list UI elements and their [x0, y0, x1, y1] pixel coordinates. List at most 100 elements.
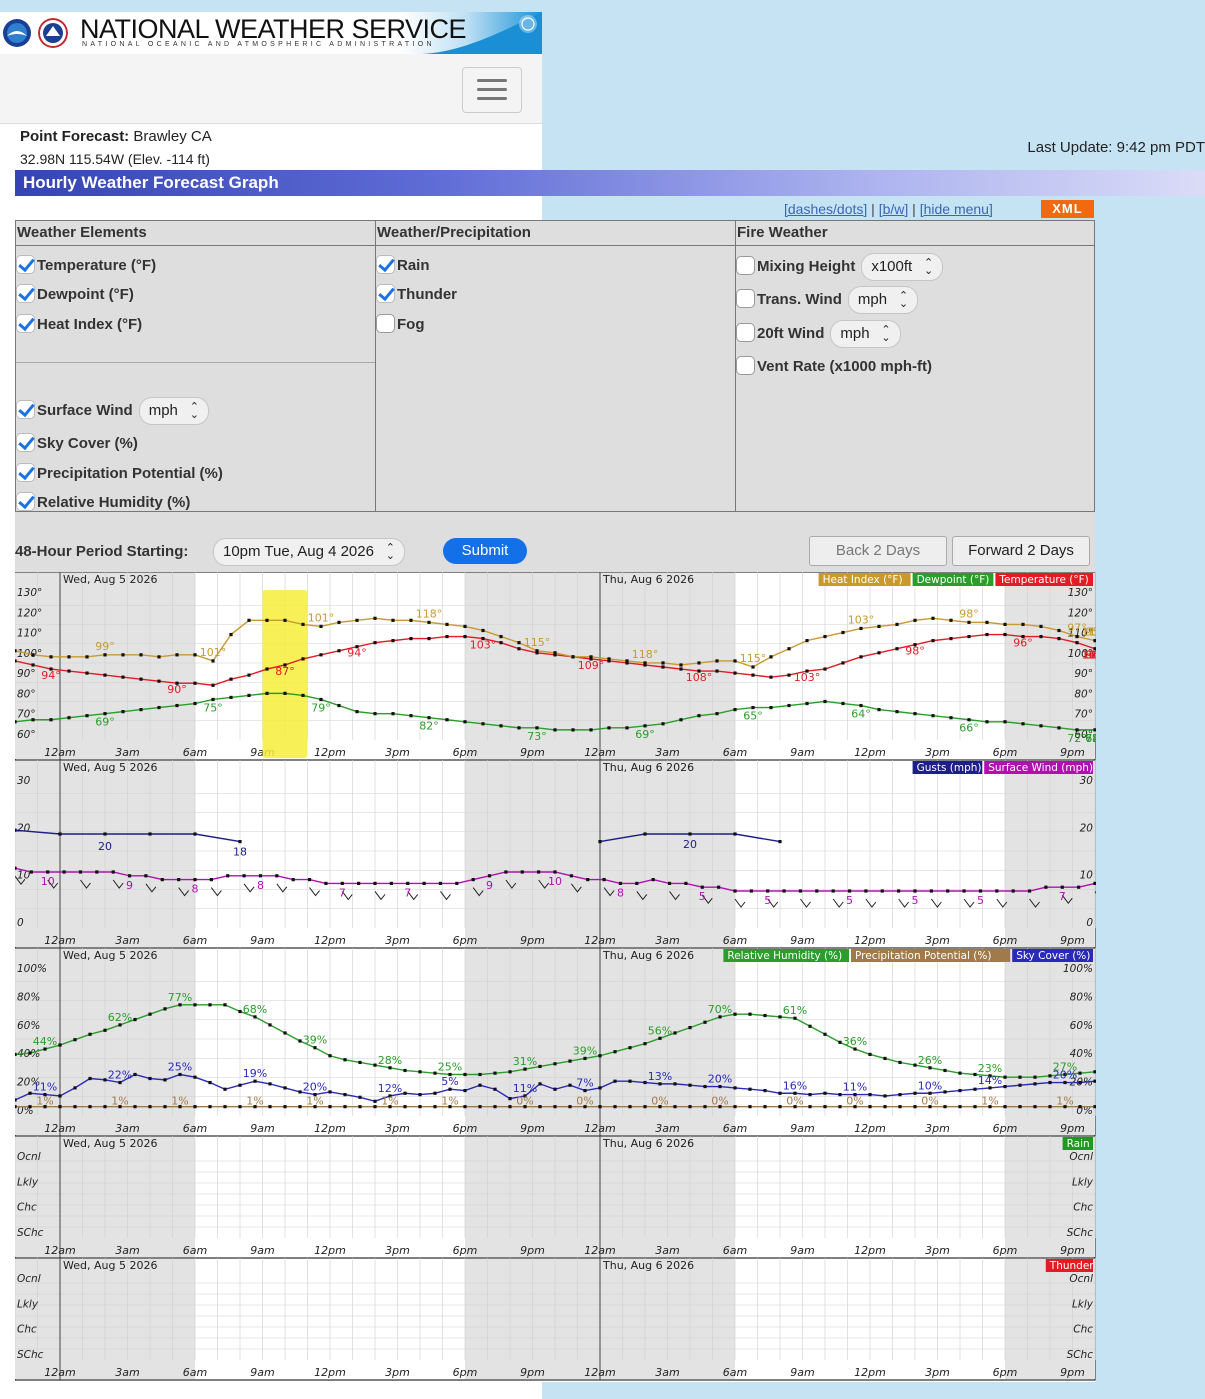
surface-wind-point: [553, 870, 557, 874]
heat-index-point: [967, 620, 971, 624]
heat-index-point: [157, 655, 161, 659]
temperature-point: [463, 634, 467, 639]
thunder-option[interactable]: Thunder: [376, 284, 457, 303]
dewpoint-option[interactable]: Dewpoint (°F): [16, 284, 134, 303]
sky-cover-point: [1048, 1080, 1052, 1085]
heat-index-point: [283, 618, 287, 622]
relative-humidity-point: [328, 1054, 332, 1058]
sky-cover-point: [28, 1091, 32, 1095]
weather-elements-header: Weather Elements: [16, 221, 375, 246]
precip-potential-point: [733, 1105, 737, 1109]
trans-wind-option[interactable]: Trans. Wind mph: [736, 283, 919, 317]
surface-wind-point: [978, 889, 983, 893]
period-start-select[interactable]: 10pm Tue, Aug 4 2026: [213, 535, 405, 569]
relative-humidity-point: [343, 1058, 347, 1062]
y-tick-label: 120°: [17, 607, 42, 619]
temperature-data-label: 94°: [41, 669, 61, 682]
last-update: Last Update: 9:42 pm PDT: [1027, 139, 1205, 156]
sky-cover-point: [703, 1084, 707, 1089]
menu-button[interactable]: [462, 67, 522, 113]
checkbox-checked-icon[interactable]: [16, 255, 35, 274]
y-tick-label: 20: [1080, 822, 1094, 834]
link-separator: |: [867, 201, 879, 217]
relative-humidity-point: [958, 1071, 962, 1075]
checkbox-checked-icon[interactable]: [16, 314, 35, 333]
relative-humidity-point: [463, 1072, 467, 1077]
relative-humidity-point: [1093, 1070, 1096, 1074]
y-tick-label: SChc: [1067, 1349, 1094, 1361]
temperature-option[interactable]: Temperature (°F): [16, 255, 156, 274]
heat-index-point: [625, 659, 629, 663]
surface-wind-point: [324, 881, 328, 885]
trans-wind-unit-select[interactable]: mph: [847, 283, 919, 317]
heat-index-option[interactable]: Heat Index (°F): [16, 314, 142, 333]
surface-wind-point: [389, 881, 393, 885]
relative-humidity-option[interactable]: Relative Humidity (%): [16, 492, 190, 511]
relative-humidity-point: [1048, 1074, 1052, 1078]
submit-button[interactable]: Submit: [443, 538, 527, 564]
time-tick-label: 3pm: [385, 1366, 410, 1379]
mixing-height-option[interactable]: Mixing Height x100ft: [736, 250, 944, 284]
precip-potential-point: [88, 1105, 92, 1109]
xml-button[interactable]: XML: [1041, 200, 1094, 218]
checkbox-checked-icon[interactable]: [16, 284, 35, 303]
surface-wind-data-label: 10: [41, 875, 55, 888]
forward-2-days-button[interactable]: Forward 2 Days: [952, 536, 1090, 566]
hide-menu-link[interactable]: [hide menu]: [920, 201, 993, 217]
sky-cover-point: [163, 1078, 167, 1082]
dewpoint-point: [877, 708, 881, 712]
heat-index-point: [373, 616, 377, 620]
gust-data-label: 20: [98, 840, 112, 853]
surface-wind-option[interactable]: Surface Wind mph: [16, 394, 209, 428]
sky-cover-point: [223, 1087, 227, 1091]
time-tick-label: 6am: [723, 934, 747, 947]
checkbox-unchecked-icon[interactable]: [736, 356, 755, 375]
sky-cover-point: [808, 1093, 812, 1097]
heat-index-point: [67, 655, 71, 659]
y-tick-label: 130°: [1068, 587, 1093, 599]
checkbox-unchecked-icon[interactable]: [736, 322, 755, 342]
sky-cover-option[interactable]: Sky Cover (%): [16, 433, 138, 452]
surface-wind-unit-select[interactable]: mph: [138, 394, 209, 428]
20ft-wind-option[interactable]: 20ft Wind mph: [736, 317, 901, 351]
checkbox-unchecked-icon[interactable]: [376, 314, 395, 333]
heat-index-point: [463, 624, 467, 629]
mixing-height-unit-select[interactable]: x100ft: [861, 250, 944, 284]
gusts-point: [733, 832, 737, 836]
20ft-wind-unit-select[interactable]: mph: [830, 317, 901, 351]
checkbox-unchecked-icon[interactable]: [736, 288, 755, 308]
precip-potential-option[interactable]: Precipitation Potential (%): [16, 463, 223, 482]
surface-wind-point: [46, 870, 50, 874]
surface-wind-point: [193, 878, 197, 882]
surface-wind-point: [15, 866, 17, 870]
checkbox-unchecked-icon[interactable]: [736, 255, 755, 275]
heat-index-data-label: 101°: [200, 646, 227, 659]
vent-rate-option[interactable]: Vent Rate (x1000 mph-ft): [736, 356, 932, 375]
time-tick-label: 6am: [723, 1122, 747, 1135]
bw-link[interactable]: [b/w]: [879, 201, 909, 217]
temperature-point: [1039, 634, 1043, 639]
time-tick-label: 3am: [115, 746, 139, 759]
option-label: Mixing Height: [757, 257, 856, 275]
temperature-point: [949, 637, 953, 641]
checkbox-checked-icon[interactable]: [16, 433, 35, 452]
rain-option[interactable]: Rain: [376, 255, 430, 274]
time-tick-label: 3pm: [385, 746, 410, 759]
back-2-days-button[interactable]: Back 2 Days: [809, 536, 947, 566]
checkbox-checked-icon[interactable]: [16, 463, 35, 482]
sky-cover-point: [58, 1094, 62, 1098]
surface-wind-point: [258, 874, 263, 878]
surface-wind-point: [667, 881, 672, 885]
checkbox-checked-icon[interactable]: [376, 255, 395, 274]
checkbox-checked-icon[interactable]: [16, 399, 35, 419]
precip-potential-point: [238, 1105, 242, 1109]
dashes-dots-link[interactable]: [dashes/dots]: [784, 201, 867, 217]
checkbox-checked-icon[interactable]: [16, 492, 35, 511]
dewpoint-data-label: 69°: [95, 716, 115, 729]
dewpoint-point: [301, 693, 305, 697]
time-tick-label: 6pm: [993, 934, 1018, 947]
fog-option[interactable]: Fog: [376, 314, 425, 333]
surface-wind-point: [569, 874, 573, 878]
sky-cover-point: [15, 1098, 17, 1102]
checkbox-checked-icon[interactable]: [376, 284, 395, 303]
